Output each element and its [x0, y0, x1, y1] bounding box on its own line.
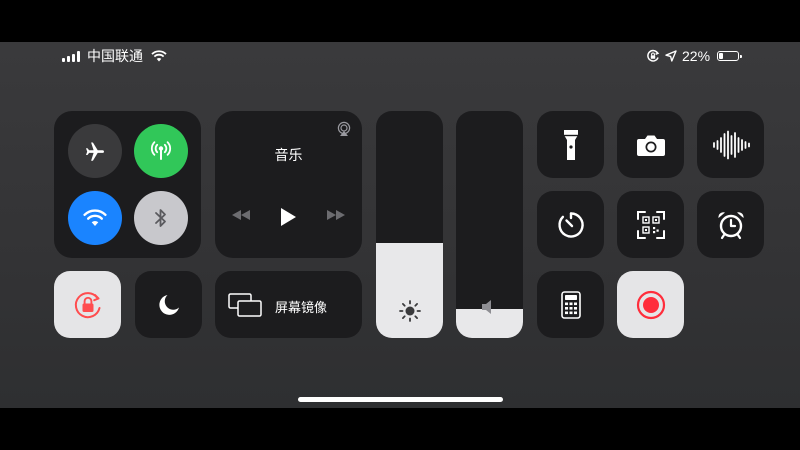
screen-mirroring-button[interactable]: 屏幕镜像 [215, 271, 362, 338]
orientation-lock-toggle[interactable] [54, 271, 121, 338]
fast-forward-icon [327, 210, 345, 220]
calculator-button[interactable] [537, 271, 604, 338]
play-icon [281, 208, 296, 226]
alarm-clock-icon [717, 211, 744, 239]
wifi-status-icon [151, 50, 167, 62]
qr-code-scanner-button[interactable] [617, 191, 684, 258]
timer-icon [557, 211, 584, 238]
play-button[interactable] [278, 206, 298, 228]
status-bar-left: 中国联通 [62, 46, 167, 66]
previous-track-button[interactable] [230, 209, 252, 221]
orientation-lock-status-icon [646, 49, 660, 63]
calculator-icon [560, 290, 581, 319]
bluetooth-toggle[interactable] [134, 191, 188, 245]
brightness-icon [398, 300, 421, 322]
screen-mirroring-icon [228, 293, 262, 317]
cellular-data-toggle[interactable] [134, 124, 188, 178]
do-not-disturb-toggle[interactable] [135, 271, 202, 338]
signal-strength-icon [62, 50, 80, 62]
wifi-icon [83, 209, 107, 226]
moon-icon [158, 294, 179, 315]
airplay-icon[interactable] [336, 121, 352, 137]
next-track-button[interactable] [325, 209, 347, 221]
voice-memos-button[interactable] [697, 111, 764, 178]
rotation-lock-icon [74, 291, 100, 318]
rewind-icon [232, 210, 250, 220]
camera-icon [636, 135, 665, 156]
battery-percentage: 22% [682, 48, 711, 64]
connectivity-panel [54, 111, 201, 258]
screen-recording-button[interactable] [617, 271, 684, 338]
brightness-slider[interactable] [376, 111, 443, 338]
record-icon [636, 290, 665, 319]
wifi-toggle[interactable] [68, 191, 122, 245]
home-indicator[interactable] [298, 397, 503, 402]
camera-button[interactable] [617, 111, 684, 178]
sound-wave-icon [712, 130, 750, 159]
battery-icon [717, 51, 743, 61]
qr-code-icon [636, 210, 665, 239]
flashlight-button[interactable] [537, 111, 604, 178]
location-services-icon [665, 50, 677, 62]
timer-button[interactable] [537, 191, 604, 258]
volume-slider[interactable] [456, 111, 523, 338]
airplane-icon [86, 142, 104, 161]
bluetooth-icon [155, 209, 166, 227]
flashlight-icon [563, 129, 578, 160]
status-bar-right: 22% [646, 46, 743, 66]
cellular-antenna-icon [150, 141, 172, 160]
alarm-button[interactable] [697, 191, 764, 258]
music-player-panel[interactable]: 音乐 [215, 111, 362, 258]
screen-mirroring-label: 屏幕镜像 [275, 300, 328, 315]
speaker-icon [481, 300, 491, 314]
music-title: 音乐 [274, 147, 303, 163]
airplane-mode-toggle[interactable] [68, 124, 122, 178]
carrier-name: 中国联通 [87, 48, 143, 64]
